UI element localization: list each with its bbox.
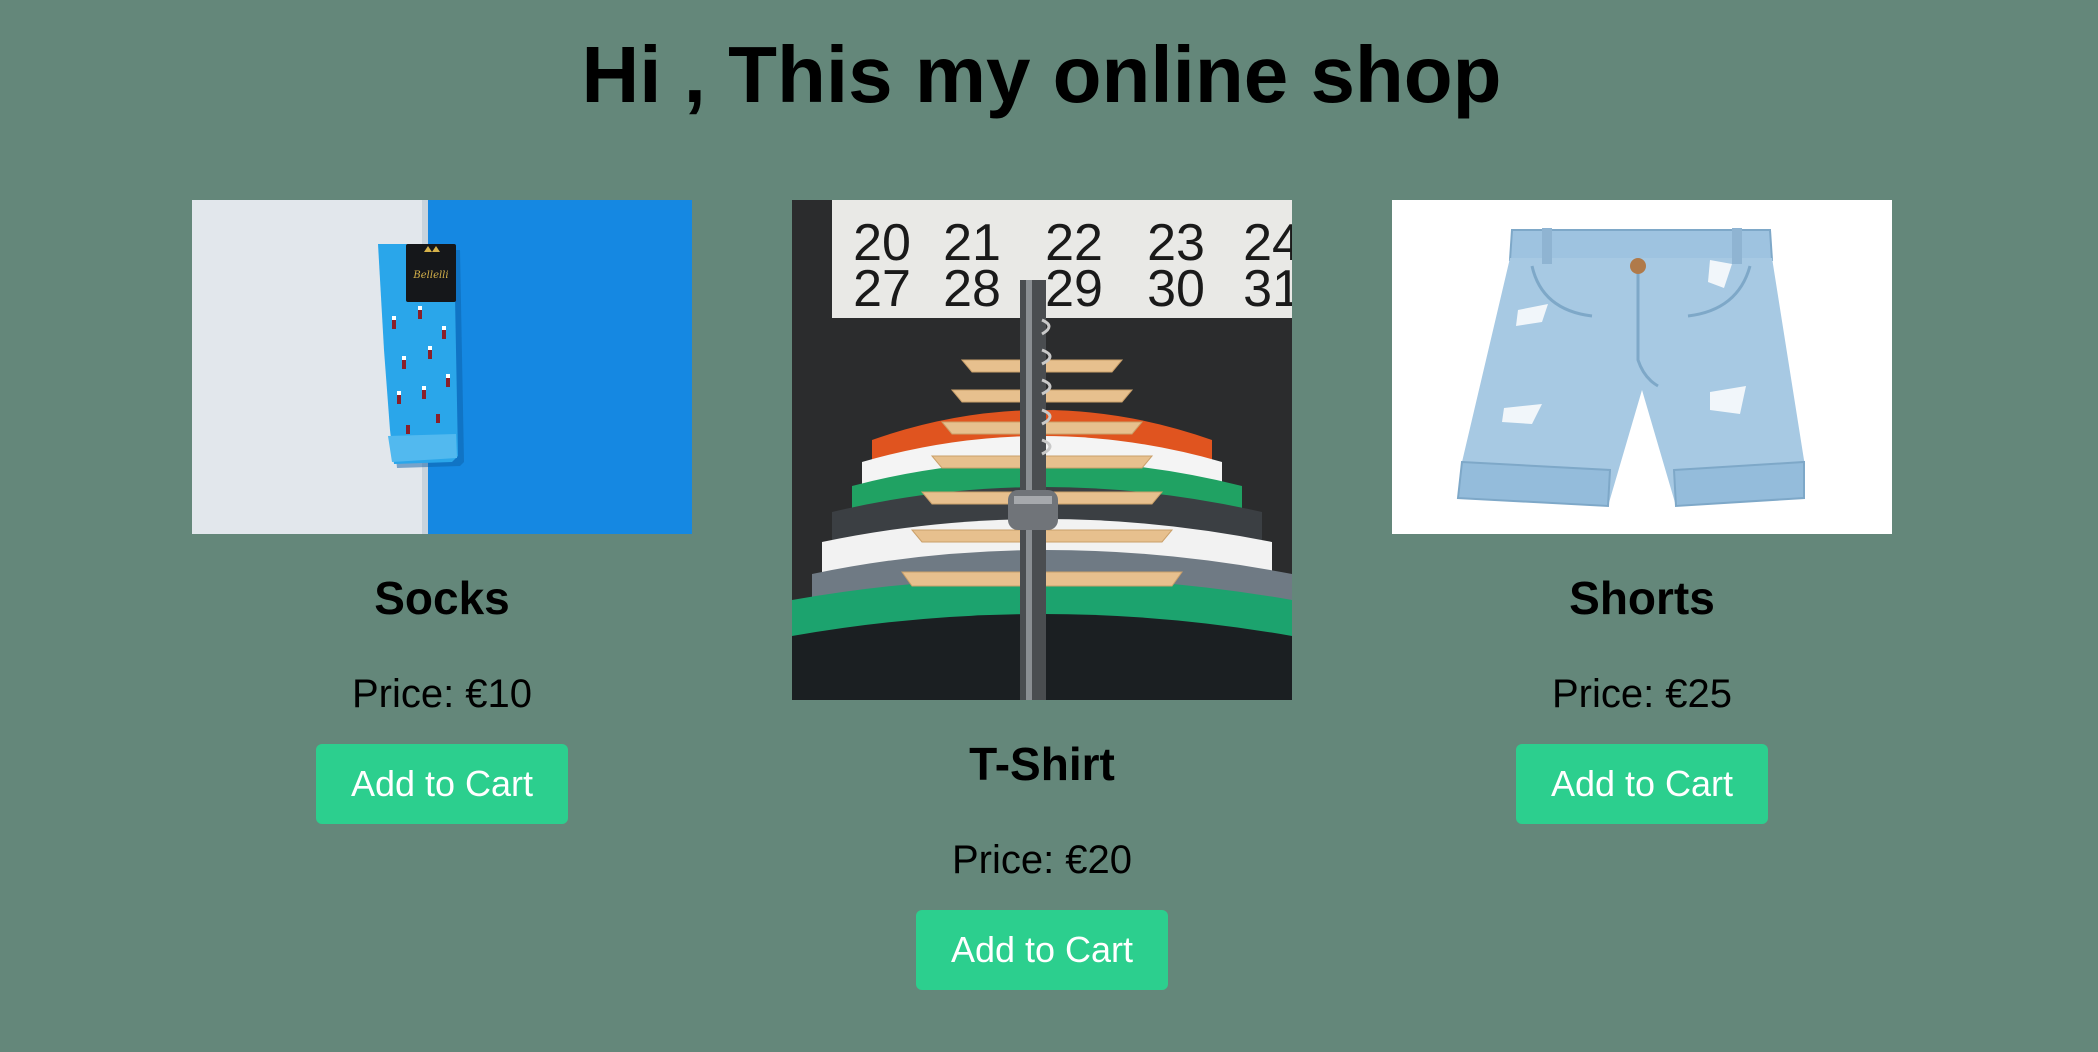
page-title: Hi , This my online shop	[581, 30, 1502, 119]
add-to-cart-button[interactable]: Add to Cart	[1516, 744, 1768, 824]
calendar-day: 30	[1147, 260, 1205, 318]
product-name: Socks	[374, 572, 510, 624]
calendar-day: 29	[1045, 260, 1103, 318]
sock-label-text: Bellelli	[412, 270, 448, 281]
product-price: Price: €10	[351, 672, 533, 716]
product-name: Shorts	[1569, 572, 1715, 624]
add-to-cart-button[interactable]: Add to Cart	[316, 744, 568, 824]
product-card-shorts: Shorts Price: €25 Add to Cart	[1392, 200, 1892, 824]
add-to-cart-button[interactable]: Add to Cart	[916, 910, 1168, 990]
calendar-day: 28	[943, 260, 1001, 318]
tshirt-image: 20 21 22 23 24 27 28 29 30 31	[792, 200, 1292, 700]
product-price: Price: €20	[951, 838, 1133, 882]
calendar-day: 31	[1243, 260, 1292, 318]
product-price: Price: €25	[1551, 672, 1733, 716]
calendar-day: 27	[853, 260, 911, 318]
shorts-image	[1392, 200, 1892, 534]
socks-image: Bellelli	[192, 200, 692, 534]
product-card-socks: Bellelli Socks Price: €10 Add to Cart	[192, 200, 692, 824]
product-card-tshirt: 20 21 22 23 24 27 28 29 30 31 T-Shirt Pr…	[792, 200, 1292, 990]
product-name: T-Shirt	[969, 738, 1115, 790]
